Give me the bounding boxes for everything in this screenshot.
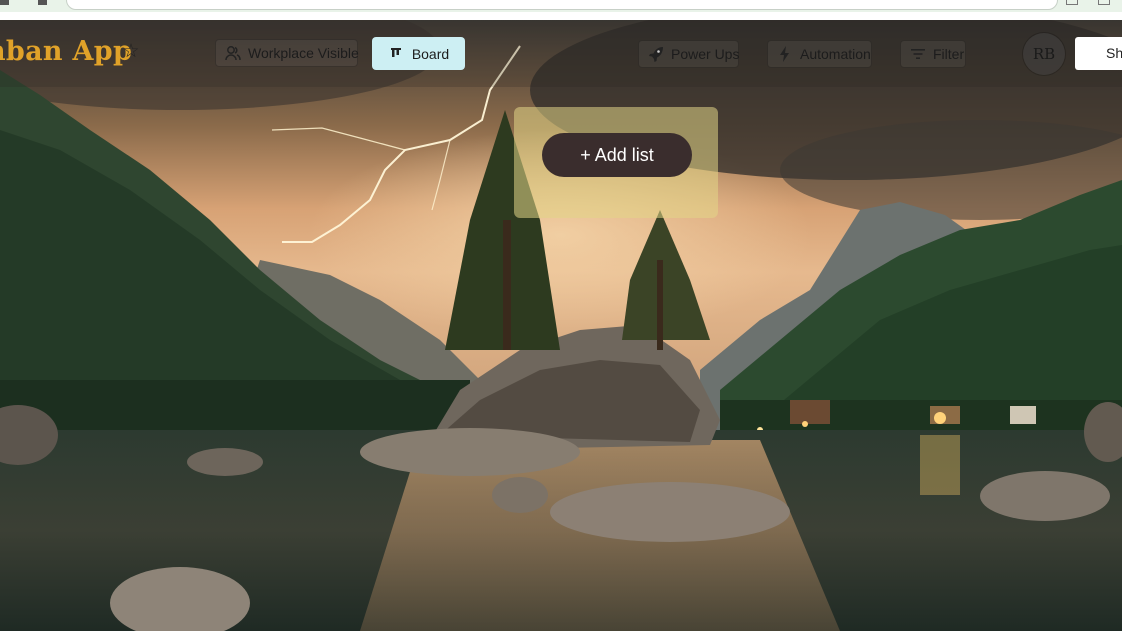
rocket-icon — [647, 45, 665, 63]
add-list-button[interactable]: + Add list — [542, 133, 692, 177]
users-icon — [224, 44, 242, 62]
star-icon[interactable]: ☆ — [121, 42, 141, 62]
filter-button[interactable]: Filter — [900, 40, 966, 68]
user-avatar[interactable]: RB — [1023, 33, 1065, 75]
board-view-label: Board — [411, 45, 450, 62]
browser-extension-icon[interactable] — [1066, 0, 1078, 5]
browser-url-bar[interactable] — [66, 0, 1058, 10]
power-ups-button[interactable]: Power Ups — [638, 40, 739, 68]
power-ups-label: Power Ups — [671, 46, 740, 62]
workplace-visibility-label: Workplace Visible — [248, 45, 359, 61]
lightning-icon — [776, 45, 794, 63]
automation-label: Automation — [800, 46, 871, 62]
share-button[interactable]: Share — [1075, 37, 1122, 70]
board-title[interactable]: nban App — [0, 36, 132, 67]
workplace-visibility-button[interactable]: Workplace Visible — [215, 39, 359, 67]
browser-chrome-gap — [0, 12, 1122, 20]
browser-tab-icon[interactable] — [38, 0, 47, 5]
filter-label: Filter — [933, 46, 965, 62]
automation-button[interactable]: Automation — [767, 40, 872, 68]
board-view-button[interactable]: Board — [372, 37, 465, 70]
browser-back-icon[interactable] — [0, 0, 9, 5]
filter-icon — [909, 45, 927, 63]
board-icon — [388, 45, 406, 63]
browser-menu-icon[interactable] — [1098, 0, 1110, 5]
